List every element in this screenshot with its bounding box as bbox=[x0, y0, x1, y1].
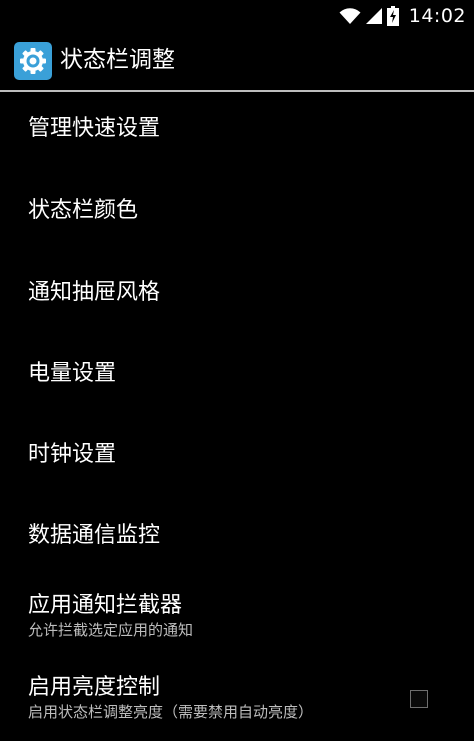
pref-title: 通知抽屉风格 bbox=[28, 280, 161, 305]
pref-summary: 启用状态栏调整亮度（需要禁用自动亮度） bbox=[28, 703, 314, 721]
signal-icon bbox=[365, 7, 383, 25]
pref-data-traffic-monitor[interactable]: 数据通信监控 bbox=[0, 497, 474, 578]
pref-summary: 允许拦截选定应用的通知 bbox=[28, 621, 194, 639]
pref-title: 应用通知拦截器 bbox=[28, 593, 183, 618]
pref-title: 启用亮度控制 bbox=[28, 675, 161, 700]
settings-gear-icon[interactable] bbox=[14, 42, 52, 80]
pref-manage-quick-settings[interactable]: 管理快速设置 bbox=[0, 92, 474, 173]
pref-title: 状态栏颜色 bbox=[28, 198, 139, 223]
status-bar: 14:02 bbox=[0, 0, 474, 32]
battery-charging-icon bbox=[386, 6, 399, 26]
pref-title: 数据通信监控 bbox=[28, 523, 161, 548]
action-bar: 状态栏调整 bbox=[0, 32, 474, 90]
pref-title: 电量设置 bbox=[28, 361, 117, 386]
wifi-icon bbox=[339, 7, 361, 25]
pref-clock-settings[interactable]: 时钟设置 bbox=[0, 416, 474, 497]
pref-status-bar-color[interactable]: 状态栏颜色 bbox=[0, 173, 474, 254]
pref-enable-brightness-control[interactable]: 启用亮度控制 启用状态栏调整亮度（需要禁用自动亮度） bbox=[0, 660, 474, 741]
page-title: 状态栏调整 bbox=[60, 47, 175, 73]
pref-notification-drawer-style[interactable]: 通知抽屉风格 bbox=[0, 254, 474, 335]
pref-app-notification-blocker[interactable]: 应用通知拦截器 允许拦截选定应用的通知 bbox=[0, 578, 474, 659]
pref-title: 时钟设置 bbox=[28, 442, 117, 467]
status-icons: 14:02 bbox=[339, 4, 466, 28]
pref-title: 管理快速设置 bbox=[28, 116, 161, 141]
status-clock: 14:02 bbox=[408, 5, 466, 27]
brightness-control-checkbox[interactable] bbox=[410, 690, 428, 708]
pref-battery-settings[interactable]: 电量设置 bbox=[0, 335, 474, 416]
